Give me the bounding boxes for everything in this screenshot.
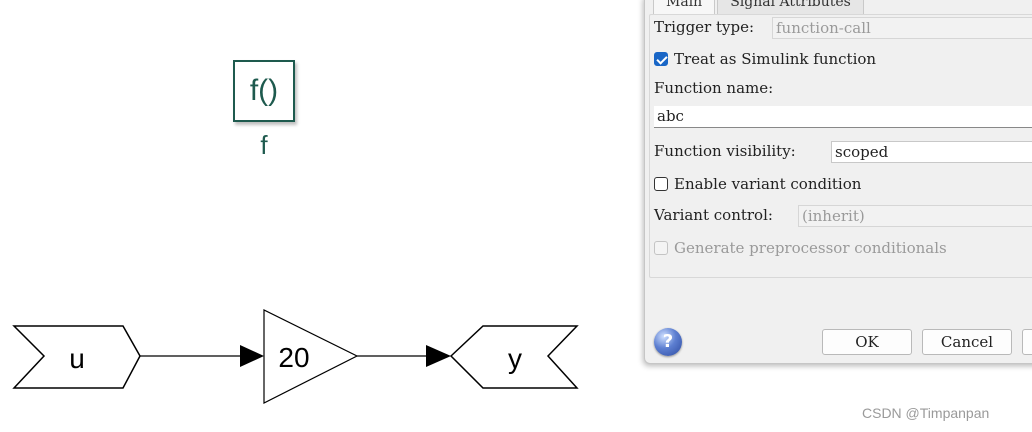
enable-variant-condition-checkbox[interactable] [654, 177, 668, 191]
generate-preprocessor-conditionals-label: Generate preprocessor conditionals [674, 239, 947, 257]
generate-preprocessor-conditionals-checkbox [654, 241, 668, 255]
variant-control-label: Variant control: [654, 206, 773, 224]
enable-variant-condition-label[interactable]: Enable variant condition [674, 175, 861, 193]
treat-as-simulink-function-label[interactable]: Treat as Simulink function [674, 50, 876, 68]
inport-u-label: u [69, 343, 85, 374]
arrowhead-gain-input [240, 345, 264, 367]
trigger-type-field: function-call [772, 17, 1032, 39]
block-parameters-dialog: Main Signal Attributes Trigger type: fun… [644, 0, 1032, 364]
ok-button[interactable]: OK [822, 329, 912, 355]
main-tab-panel: Trigger type: function-call Treat as Sim… [649, 14, 1032, 278]
function-block-label[interactable]: f [233, 130, 295, 161]
help-icon[interactable]: ? [654, 328, 682, 356]
function-visibility-select[interactable]: scoped [831, 141, 1032, 163]
watermark: CSDN @Timpanpan [862, 405, 990, 421]
function-name-input[interactable]: abc [654, 106, 1032, 128]
function-visibility-label: Function visibility: [654, 142, 796, 160]
function-block[interactable]: f() [233, 60, 295, 122]
trigger-type-label: Trigger type: [654, 18, 755, 36]
variant-control-field: (inherit) [798, 205, 1032, 227]
gain-value: 20 [278, 342, 309, 373]
outport-y-label: y [508, 343, 522, 374]
function-block-glyph: f() [249, 74, 279, 107]
help-button-partial[interactable] [1022, 329, 1032, 355]
tab-main[interactable]: Main [653, 0, 716, 14]
tab-signal-attributes[interactable]: Signal Attributes [717, 0, 864, 14]
dialog-tab-bar: Main Signal Attributes [653, 0, 866, 15]
function-name-label: Function name: [654, 79, 774, 97]
treat-as-simulink-function-checkbox[interactable] [654, 52, 668, 66]
cancel-button[interactable]: Cancel [922, 329, 1012, 355]
arrowhead-outport-input [426, 345, 451, 367]
